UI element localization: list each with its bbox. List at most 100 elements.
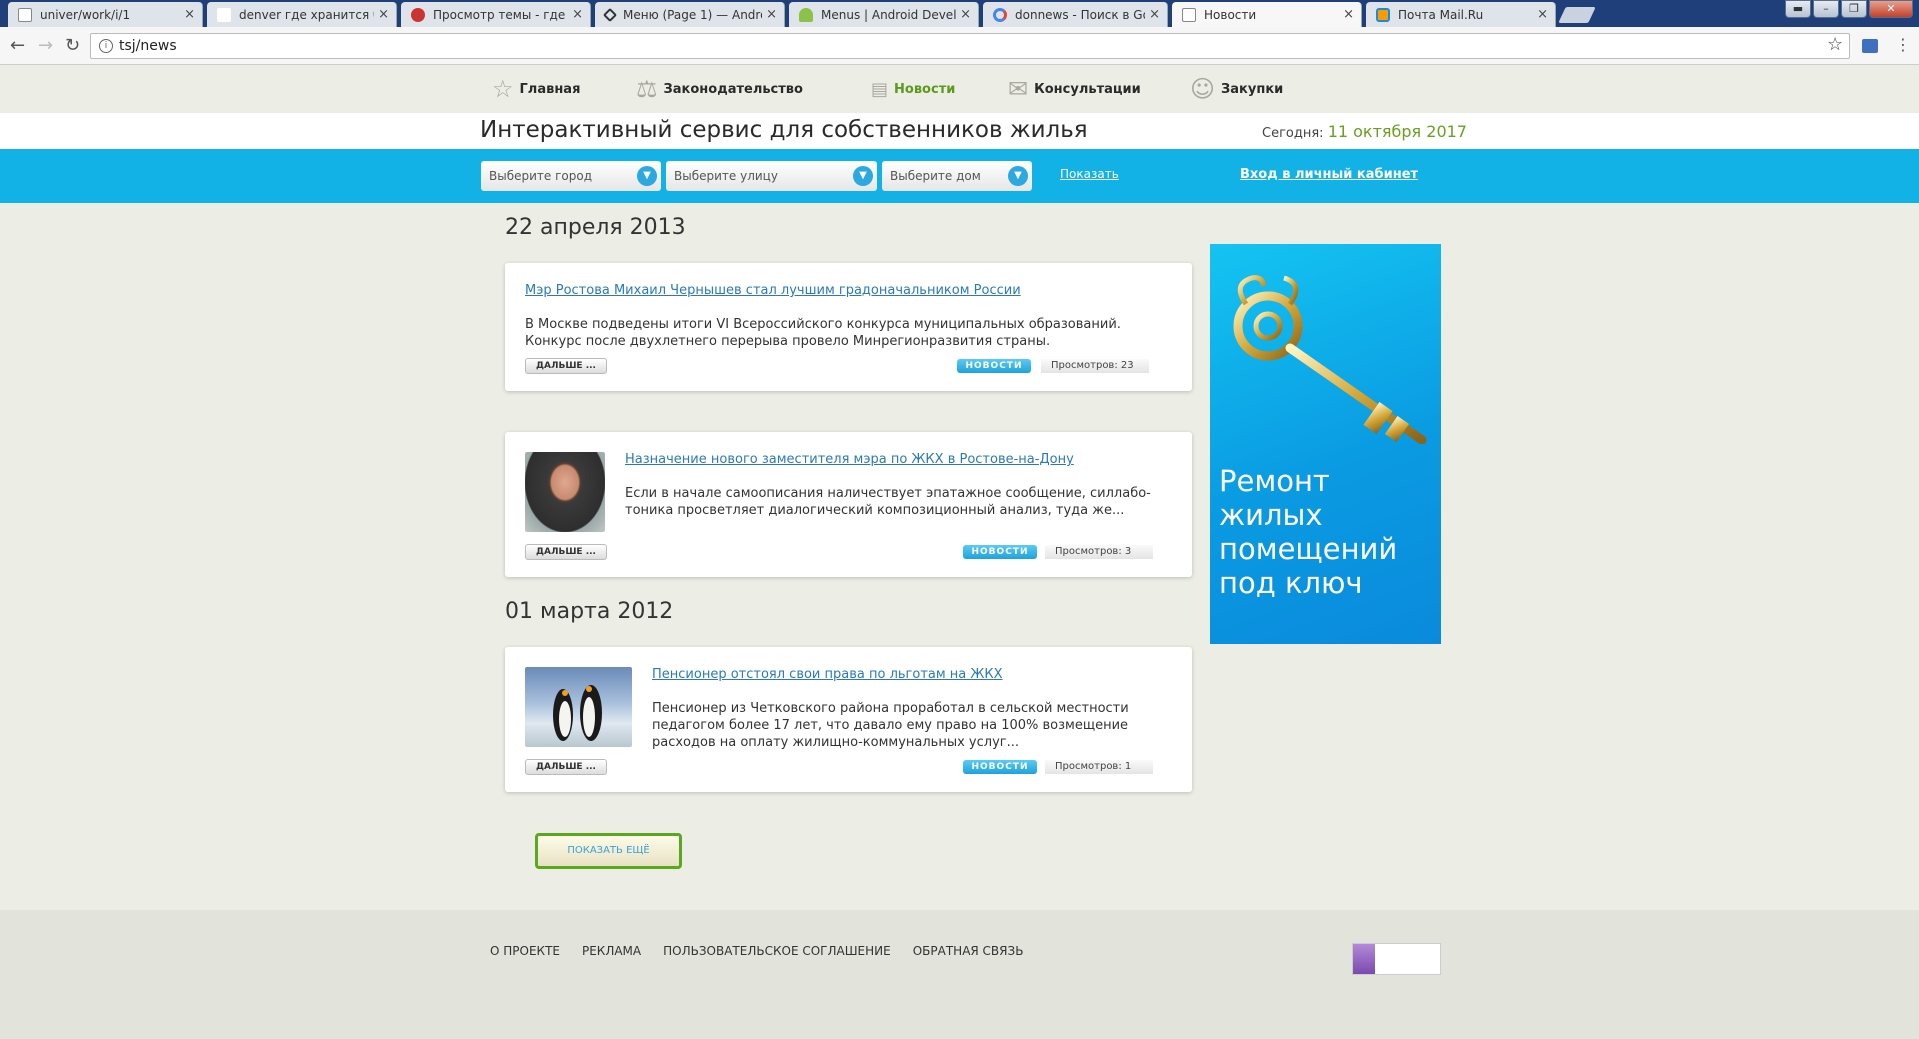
city-select[interactable]: Выберите город ▼: [481, 161, 661, 191]
close-icon[interactable]: ×: [1537, 7, 1548, 22]
gavel-icon: ⚖: [636, 75, 658, 103]
browser-tab[interactable]: Почта Mail.Ru ×: [1366, 2, 1556, 27]
address-bar-row: ← → ↻ i tsj/news ☆ ⋮: [0, 27, 1919, 65]
news-thumbnail[interactable]: [525, 452, 605, 532]
close-icon[interactable]: ×: [1149, 7, 1160, 22]
nav-label: Новости: [894, 81, 956, 97]
back-icon[interactable]: ←: [10, 35, 25, 56]
forward-icon[interactable]: →: [38, 35, 53, 56]
house-select[interactable]: Выберите дом ▼: [882, 161, 1032, 191]
news-tag-badge[interactable]: НОВОСТИ: [963, 545, 1037, 559]
more-button[interactable]: ДАЛЬШЕ ...: [525, 759, 607, 775]
today-date: Сегодня: 11 октября 2017: [1262, 122, 1467, 141]
site-title: Интерактивный сервис для собственников ж…: [480, 117, 1088, 143]
nav-item-home[interactable]: ☆ Главная: [492, 75, 580, 103]
footer-link-feedback[interactable]: ОБРАТНАЯ СВЯЗЬ: [913, 944, 1024, 958]
tab-title: Почта Mail.Ru: [1398, 7, 1484, 22]
close-icon[interactable]: ×: [378, 7, 389, 22]
browser-menu-icon[interactable]: ⋮: [1895, 35, 1911, 54]
tab-title: Просмотр темы - где хр: [433, 7, 568, 22]
close-icon[interactable]: ×: [1343, 7, 1354, 22]
footer-link-about[interactable]: О ПРОЕКТЕ: [490, 944, 560, 958]
views-count: Просмотров: 1: [1045, 760, 1153, 774]
tab-title: Меню (Page 1) — Andro: [623, 7, 762, 22]
nav-item-legislation[interactable]: ⚖ Законодательство: [636, 75, 803, 103]
browser-tab[interactable]: Меню (Page 1) — Andro ×: [595, 2, 785, 27]
views-count: Просмотров: 23: [1041, 359, 1149, 373]
more-button[interactable]: ДАЛЬШЕ ...: [525, 358, 607, 374]
login-link[interactable]: Вход в личный кабинет: [1240, 167, 1418, 182]
browser-tab[interactable]: denver где хранится бд ×: [207, 2, 397, 27]
news-date-heading: 22 апреля 2013: [505, 215, 686, 240]
browser-tab[interactable]: Menus | Android Develop ×: [789, 2, 979, 27]
browser-tab[interactable]: univer/work/i/1 ×: [8, 2, 203, 27]
window-controls: ▬ – ❐ ✕: [1785, 0, 1913, 18]
close-icon[interactable]: ×: [184, 7, 195, 22]
user-icon[interactable]: ▬: [1785, 0, 1811, 18]
counter-logo-icon: [1353, 944, 1375, 974]
close-icon[interactable]: ×: [572, 7, 583, 22]
close-icon[interactable]: ×: [766, 7, 777, 22]
ad-banner[interactable]: Ремонт жилых помещений под ключ: [1210, 244, 1441, 644]
android-icon: [799, 7, 813, 22]
footer-links: О ПРОЕКТЕ РЕКЛАМА ПОЛЬЗОВАТЕЛЬСКОЕ СОГЛА…: [490, 944, 1023, 958]
title-bar: Интерактивный сервис для собственников ж…: [0, 113, 1919, 149]
browser-tab[interactable]: Просмотр темы - где хр ×: [401, 2, 591, 27]
visitor-counter[interactable]: [1352, 943, 1441, 975]
show-link[interactable]: Показать: [1060, 167, 1119, 181]
key-icon: [1233, 275, 1427, 444]
tab-title: Новости: [1204, 7, 1257, 22]
star-icon: ☆: [492, 75, 514, 103]
maximize-icon[interactable]: ❐: [1841, 0, 1867, 18]
filter-bar: Выберите город ▼ Выберите улицу ▼ Выбери…: [0, 149, 1919, 203]
nav-item-news[interactable]: ▤ Новости: [871, 75, 955, 103]
new-tab-button[interactable]: [1558, 7, 1596, 23]
nav-label: Законодательство: [663, 81, 803, 97]
site-icon: [602, 7, 618, 22]
bookmark-star-icon[interactable]: ☆: [1827, 34, 1843, 55]
news-title-link[interactable]: Мэр Ростова Михаил Чернышев стал лучшим …: [525, 283, 1021, 298]
news-excerpt: Если в начале самоописания наличествует …: [625, 486, 1151, 518]
news-title-link[interactable]: Назначение нового заместителя мэра по ЖК…: [625, 452, 1074, 467]
more-button[interactable]: ДАЛЬШЕ ...: [525, 544, 607, 560]
page-icon: [18, 7, 32, 22]
close-icon[interactable]: ×: [960, 7, 971, 22]
nav-label: Консультации: [1034, 81, 1141, 97]
news-excerpt: В Москве подведены итоги VI Всероссийско…: [525, 317, 1121, 349]
browser-tab-active[interactable]: Новости ×: [1172, 2, 1362, 27]
news-thumbnail[interactable]: [525, 667, 632, 747]
yandex-icon: [217, 7, 231, 22]
news-tag-badge[interactable]: НОВОСТИ: [963, 760, 1037, 774]
house-select-value: Выберите дом: [890, 169, 981, 183]
street-select[interactable]: Выберите улицу ▼: [666, 161, 877, 191]
news-tag-badge[interactable]: НОВОСТИ: [957, 359, 1031, 373]
tab-title: denver где хранится бд: [239, 7, 374, 22]
reload-icon[interactable]: ↻: [65, 35, 80, 56]
footer-link-agreement[interactable]: ПОЛЬЗОВАТЕЛЬСКОЕ СОГЛАШЕНИЕ: [663, 944, 891, 958]
minimize-icon[interactable]: –: [1813, 0, 1839, 18]
nav-item-consultations[interactable]: ✉ Консультации: [1008, 75, 1141, 103]
show-more-button[interactable]: ПОКАЗАТЬ ЕЩЁ: [535, 833, 682, 869]
url-input[interactable]: i tsj/news: [90, 33, 1850, 59]
news-title-link[interactable]: Пенсионер отстоял свои права по льготам …: [652, 667, 1003, 682]
window-close-icon[interactable]: ✕: [1869, 0, 1913, 18]
newspaper-icon: ▤: [871, 78, 889, 100]
page-icon: [1182, 7, 1196, 22]
browser-tab[interactable]: donnews - Поиск в Goo ×: [983, 2, 1168, 27]
today-label: Сегодня:: [1262, 126, 1324, 141]
site-footer: О ПРОЕКТЕ РЕКЛАМА ПОЛЬЗОВАТЕЛЬСКОЕ СОГЛА…: [0, 910, 1919, 1039]
nav-label: Закупки: [1221, 81, 1284, 97]
news-card: Пенсионер отстоял свои права по льготам …: [505, 647, 1192, 792]
chevron-down-icon: ▼: [853, 166, 873, 186]
google-icon: [993, 7, 1007, 22]
extension-icon[interactable]: [1862, 39, 1878, 53]
news-excerpt: Пенсионер из Четковского района проработ…: [652, 701, 1129, 750]
tab-title: donnews - Поиск в Goo: [1015, 7, 1145, 22]
city-select-value: Выберите город: [489, 169, 592, 183]
nav-item-purchases[interactable]: ☺ Закупки: [1190, 75, 1283, 103]
today-value: 11 октября 2017: [1327, 122, 1467, 141]
views-count: Просмотров: 3: [1045, 545, 1153, 559]
footer-link-ads[interactable]: РЕКЛАМА: [582, 944, 641, 958]
chevron-down-icon: ▼: [1008, 166, 1028, 186]
info-icon[interactable]: i: [99, 39, 113, 53]
